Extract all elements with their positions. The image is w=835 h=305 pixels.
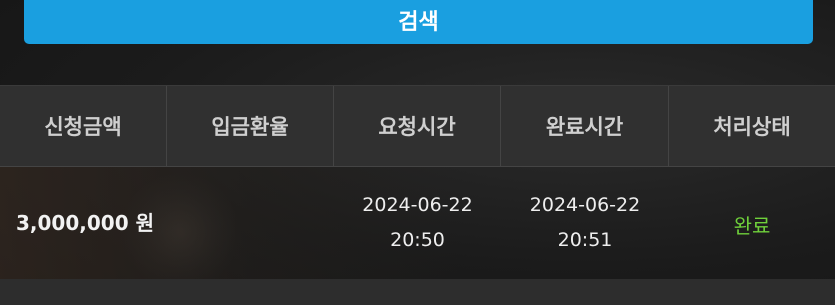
- header-request-time: 요청시간: [334, 86, 501, 166]
- request-date: 2024-06-22: [362, 194, 473, 216]
- search-button[interactable]: 검색: [24, 0, 813, 44]
- cell-status: 완료: [669, 167, 835, 279]
- history-table: 신청금액 입금환율 요청시간 완료시간 처리상태 3,000,000 원 202…: [0, 85, 835, 292]
- cell-exchange-rate: [167, 167, 334, 279]
- complete-date: 2024-06-22: [529, 194, 641, 216]
- header-exchange-rate: 입금환율: [167, 86, 334, 166]
- header-complete-time: 완료시간: [501, 86, 669, 166]
- header-amount: 신청금액: [0, 86, 167, 166]
- complete-time: 20:51: [557, 229, 613, 251]
- next-row-band: [0, 279, 835, 305]
- request-time: 20:50: [390, 229, 445, 251]
- status-badge: 완료: [733, 213, 771, 238]
- page: 검색 신청금액 입금환율 요청시간 완료시간 처리상태 3,000,000 원 …: [0, 0, 835, 305]
- cell-amount: 3,000,000 원: [16, 210, 154, 235]
- cell-complete-time: 2024-06-22 20:51: [501, 167, 669, 279]
- cell-request-time: 2024-06-22 20:50: [334, 167, 501, 279]
- header-status: 처리상태: [713, 115, 791, 139]
- table-header: 신청금액 입금환율 요청시간 완료시간 처리상태: [0, 85, 835, 167]
- table-row: 3,000,000 원 2024-06-22 20:50 2024-06-22 …: [0, 167, 835, 292]
